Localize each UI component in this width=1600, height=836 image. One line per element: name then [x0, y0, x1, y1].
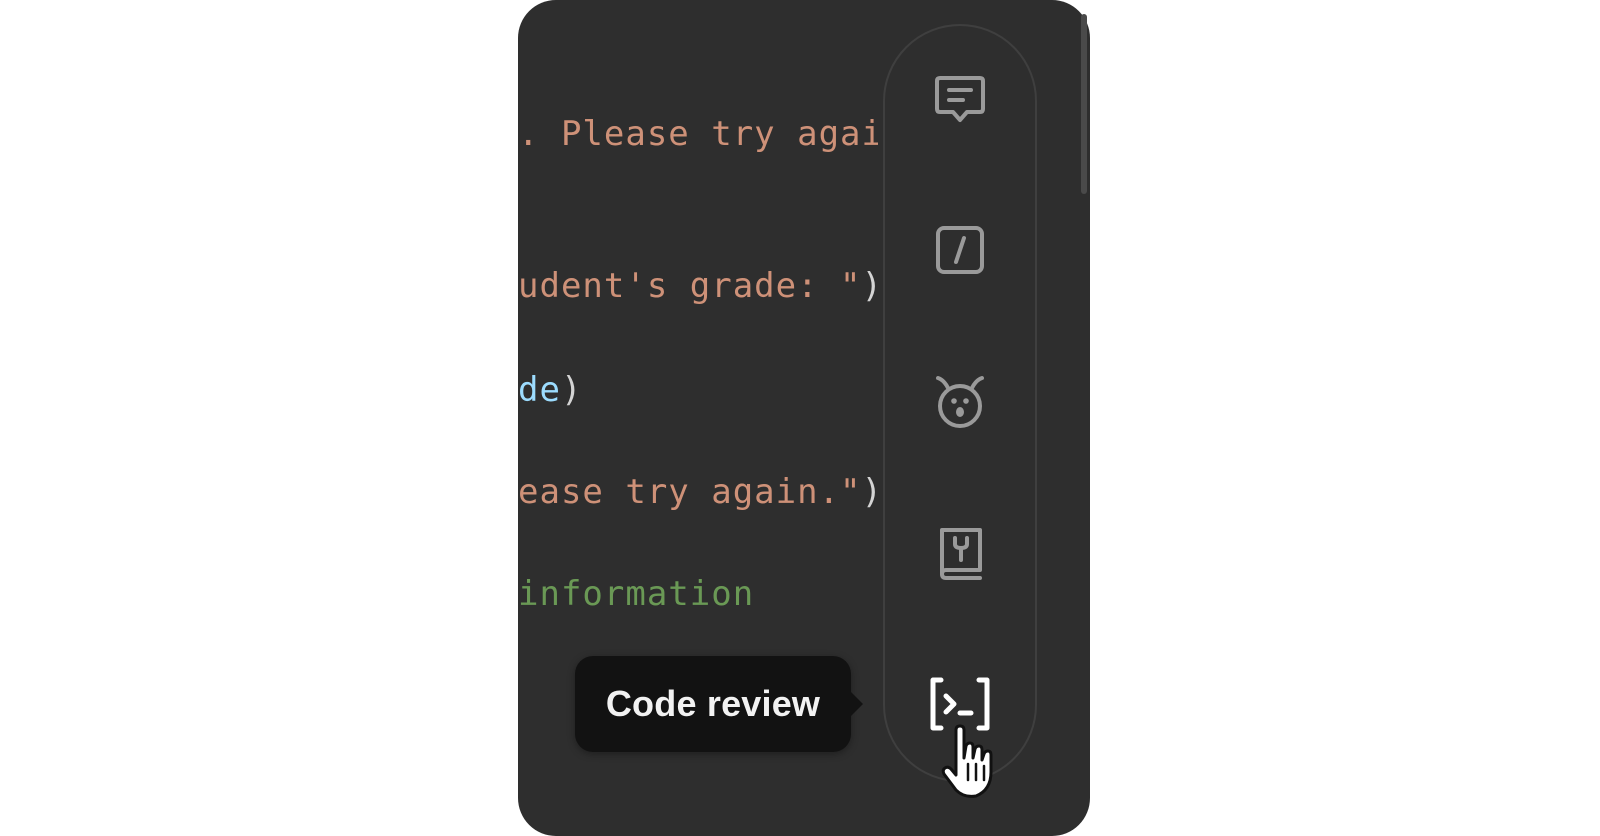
code-line: ease try again."): [518, 472, 878, 512]
docs-tools-button[interactable]: [922, 516, 998, 592]
code-token: . Please try again: [518, 114, 878, 154]
code-token: information: [518, 574, 755, 614]
slash-command-button[interactable]: [922, 212, 998, 288]
vertical-scrollbar[interactable]: [1081, 14, 1087, 194]
slash-command-icon: [936, 226, 984, 274]
bug-icon: [936, 376, 984, 428]
code-token: ): [862, 472, 878, 512]
code-token: ease try again.": [518, 472, 862, 512]
code-token: de: [518, 370, 561, 410]
code-token: udent's grade: ": [518, 266, 862, 306]
code-token: ): [560, 370, 583, 410]
chat-message-icon: [935, 76, 985, 122]
chat-button[interactable]: [922, 62, 998, 138]
code-line: de): [518, 370, 582, 410]
book-tools-icon: [940, 528, 982, 580]
code-line: . Please try again: [518, 114, 878, 154]
debug-button[interactable]: [922, 364, 998, 440]
code-token: ): [862, 266, 878, 306]
code-review-button[interactable]: [922, 666, 998, 742]
terminal-bracket-icon: [930, 677, 990, 731]
code-review-tooltip: Code review: [575, 656, 863, 752]
code-line: udent's grade: "): [518, 266, 878, 306]
tooltip-label: Code review: [605, 683, 821, 724]
code-line: information: [518, 574, 754, 614]
